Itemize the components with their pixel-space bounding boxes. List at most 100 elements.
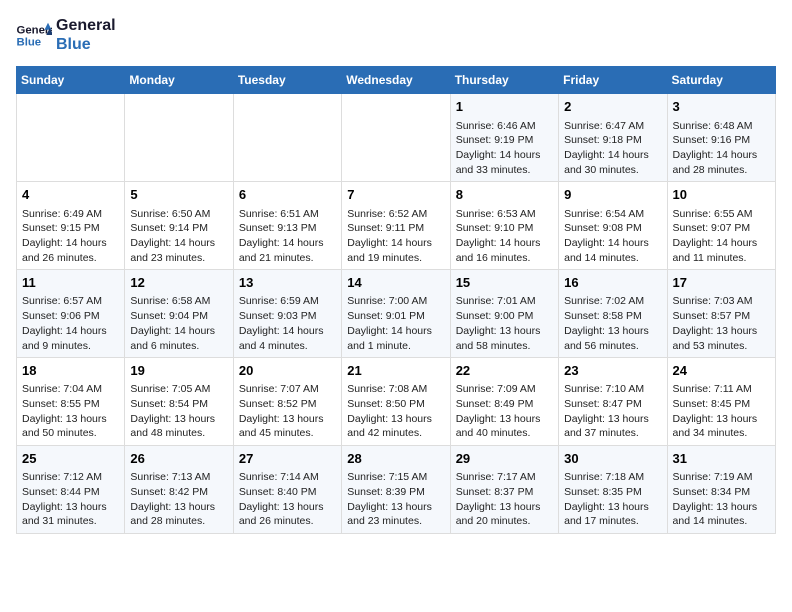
day-number: 18 (22, 362, 119, 380)
weekday-header-thursday: Thursday (450, 67, 558, 94)
day-number: 14 (347, 274, 444, 292)
weekday-header-tuesday: Tuesday (233, 67, 341, 94)
day-cell: 1 Sunrise: 6:46 AM Sunset: 9:19 PM Daylig… (450, 94, 558, 182)
week-row-4: 25Sunrise: 7:12 AM Sunset: 8:44 PM Dayli… (17, 446, 776, 534)
day-cell: 17 Sunrise: 7:03 AM Sunset: 8:57 PM Dayli… (667, 270, 775, 358)
day-info: Sunrise: 7:01 AM Sunset: 9:00 PM Dayligh… (456, 294, 553, 353)
day-info: Sunrise: 7:03 AM Sunset: 8:57 PM Dayligh… (673, 294, 770, 353)
logo: General Blue General Blue (16, 16, 116, 54)
day-number: 25 (22, 450, 119, 468)
day-number: 2 (564, 98, 661, 116)
day-number: 23 (564, 362, 661, 380)
day-info: Sunrise: 6:54 AM Sunset: 9:08 PM Dayligh… (564, 207, 661, 266)
day-cell: 10 Sunrise: 6:55 AM Sunset: 9:07 PM Dayli… (667, 182, 775, 270)
day-info: Sunrise: 6:59 AM Sunset: 9:03 PM Dayligh… (239, 294, 336, 353)
day-cell: 3 Sunrise: 6:48 AM Sunset: 9:16 PM Daylig… (667, 94, 775, 182)
day-number: 22 (456, 362, 553, 380)
day-number: 10 (673, 186, 770, 204)
day-number: 13 (239, 274, 336, 292)
day-info: Sunrise: 7:15 AM Sunset: 8:39 PM Dayligh… (347, 470, 444, 529)
day-number: 12 (130, 274, 227, 292)
day-cell: 25Sunrise: 7:12 AM Sunset: 8:44 PM Dayli… (17, 446, 125, 534)
day-info: Sunrise: 6:50 AM Sunset: 9:14 PM Dayligh… (130, 207, 227, 266)
day-info: Sunrise: 6:53 AM Sunset: 9:10 PM Dayligh… (456, 207, 553, 266)
week-row-0: 1 Sunrise: 6:46 AM Sunset: 9:19 PM Daylig… (17, 94, 776, 182)
day-info: Sunrise: 7:19 AM Sunset: 8:34 PM Dayligh… (673, 470, 770, 529)
day-info: Sunrise: 7:17 AM Sunset: 8:37 PM Dayligh… (456, 470, 553, 529)
day-info: Sunrise: 6:47 AM Sunset: 9:18 PM Dayligh… (564, 119, 661, 178)
day-cell: 22 Sunrise: 7:09 AM Sunset: 8:49 PM Dayli… (450, 358, 558, 446)
day-cell: 21 Sunrise: 7:08 AM Sunset: 8:50 PM Dayli… (342, 358, 450, 446)
day-cell: 24 Sunrise: 7:11 AM Sunset: 8:45 PM Dayli… (667, 358, 775, 446)
day-cell: 20Sunrise: 7:07 AM Sunset: 8:52 PM Dayli… (233, 358, 341, 446)
day-info: Sunrise: 6:48 AM Sunset: 9:16 PM Dayligh… (673, 119, 770, 178)
day-number: 21 (347, 362, 444, 380)
day-cell: 13 Sunrise: 6:59 AM Sunset: 9:03 PM Dayli… (233, 270, 341, 358)
day-cell: 30Sunrise: 7:18 AM Sunset: 8:35 PM Dayli… (559, 446, 667, 534)
day-cell: 27 Sunrise: 7:14 AM Sunset: 8:40 PM Dayli… (233, 446, 341, 534)
logo-blue: Blue (56, 35, 116, 54)
day-cell: 28 Sunrise: 7:15 AM Sunset: 8:39 PM Dayli… (342, 446, 450, 534)
day-info: Sunrise: 7:08 AM Sunset: 8:50 PM Dayligh… (347, 382, 444, 441)
day-cell: 19Sunrise: 7:05 AM Sunset: 8:54 PM Dayli… (125, 358, 233, 446)
weekday-header-row: SundayMondayTuesdayWednesdayThursdayFrid… (17, 67, 776, 94)
day-info: Sunrise: 6:58 AM Sunset: 9:04 PM Dayligh… (130, 294, 227, 353)
day-number: 6 (239, 186, 336, 204)
day-number: 16 (564, 274, 661, 292)
weekday-header-monday: Monday (125, 67, 233, 94)
day-cell: 16 Sunrise: 7:02 AM Sunset: 8:58 PM Dayli… (559, 270, 667, 358)
week-row-3: 18Sunrise: 7:04 AM Sunset: 8:55 PM Dayli… (17, 358, 776, 446)
day-cell: 18Sunrise: 7:04 AM Sunset: 8:55 PM Dayli… (17, 358, 125, 446)
day-number: 1 (456, 98, 553, 116)
day-info: Sunrise: 7:14 AM Sunset: 8:40 PM Dayligh… (239, 470, 336, 529)
svg-text:Blue: Blue (17, 37, 42, 49)
day-info: Sunrise: 7:00 AM Sunset: 9:01 PM Dayligh… (347, 294, 444, 353)
weekday-header-saturday: Saturday (667, 67, 775, 94)
day-number: 7 (347, 186, 444, 204)
day-cell: 14 Sunrise: 7:00 AM Sunset: 9:01 PM Dayli… (342, 270, 450, 358)
day-number: 15 (456, 274, 553, 292)
day-info: Sunrise: 7:09 AM Sunset: 8:49 PM Dayligh… (456, 382, 553, 441)
weekday-header-wednesday: Wednesday (342, 67, 450, 94)
day-number: 27 (239, 450, 336, 468)
day-number: 26 (130, 450, 227, 468)
day-cell: 2 Sunrise: 6:47 AM Sunset: 9:18 PM Daylig… (559, 94, 667, 182)
logo-general: General (56, 16, 116, 35)
day-info: Sunrise: 7:05 AM Sunset: 8:54 PM Dayligh… (130, 382, 227, 441)
day-info: Sunrise: 6:52 AM Sunset: 9:11 PM Dayligh… (347, 207, 444, 266)
day-number: 17 (673, 274, 770, 292)
week-row-2: 11 Sunrise: 6:57 AM Sunset: 9:06 PM Dayli… (17, 270, 776, 358)
day-cell: 23Sunrise: 7:10 AM Sunset: 8:47 PM Dayli… (559, 358, 667, 446)
day-cell: 15 Sunrise: 7:01 AM Sunset: 9:00 PM Dayli… (450, 270, 558, 358)
day-info: Sunrise: 7:02 AM Sunset: 8:58 PM Dayligh… (564, 294, 661, 353)
day-cell: 11 Sunrise: 6:57 AM Sunset: 9:06 PM Dayli… (17, 270, 125, 358)
week-row-1: 4Sunrise: 6:49 AM Sunset: 9:15 PM Daylig… (17, 182, 776, 270)
day-cell: 9 Sunrise: 6:54 AM Sunset: 9:08 PM Daylig… (559, 182, 667, 270)
day-info: Sunrise: 6:49 AM Sunset: 9:15 PM Dayligh… (22, 207, 119, 266)
day-number: 3 (673, 98, 770, 116)
day-cell: 5 Sunrise: 6:50 AM Sunset: 9:14 PM Daylig… (125, 182, 233, 270)
day-info: Sunrise: 6:57 AM Sunset: 9:06 PM Dayligh… (22, 294, 119, 353)
day-cell: 26 Sunrise: 7:13 AM Sunset: 8:42 PM Dayli… (125, 446, 233, 534)
day-number: 28 (347, 450, 444, 468)
logo-icon: General Blue (16, 21, 52, 49)
day-info: Sunrise: 6:46 AM Sunset: 9:19 PM Dayligh… (456, 119, 553, 178)
day-cell (17, 94, 125, 182)
day-cell (233, 94, 341, 182)
page-header: General Blue General Blue (16, 16, 776, 54)
day-number: 11 (22, 274, 119, 292)
day-info: Sunrise: 7:13 AM Sunset: 8:42 PM Dayligh… (130, 470, 227, 529)
day-cell: 7 Sunrise: 6:52 AM Sunset: 9:11 PM Daylig… (342, 182, 450, 270)
day-info: Sunrise: 6:55 AM Sunset: 9:07 PM Dayligh… (673, 207, 770, 266)
day-number: 24 (673, 362, 770, 380)
day-cell: 31Sunrise: 7:19 AM Sunset: 8:34 PM Dayli… (667, 446, 775, 534)
day-number: 9 (564, 186, 661, 204)
day-cell: 4Sunrise: 6:49 AM Sunset: 9:15 PM Daylig… (17, 182, 125, 270)
day-info: Sunrise: 7:07 AM Sunset: 8:52 PM Dayligh… (239, 382, 336, 441)
day-info: Sunrise: 7:18 AM Sunset: 8:35 PM Dayligh… (564, 470, 661, 529)
weekday-header-sunday: Sunday (17, 67, 125, 94)
day-number: 8 (456, 186, 553, 204)
day-number: 5 (130, 186, 227, 204)
day-cell (342, 94, 450, 182)
day-info: Sunrise: 7:11 AM Sunset: 8:45 PM Dayligh… (673, 382, 770, 441)
